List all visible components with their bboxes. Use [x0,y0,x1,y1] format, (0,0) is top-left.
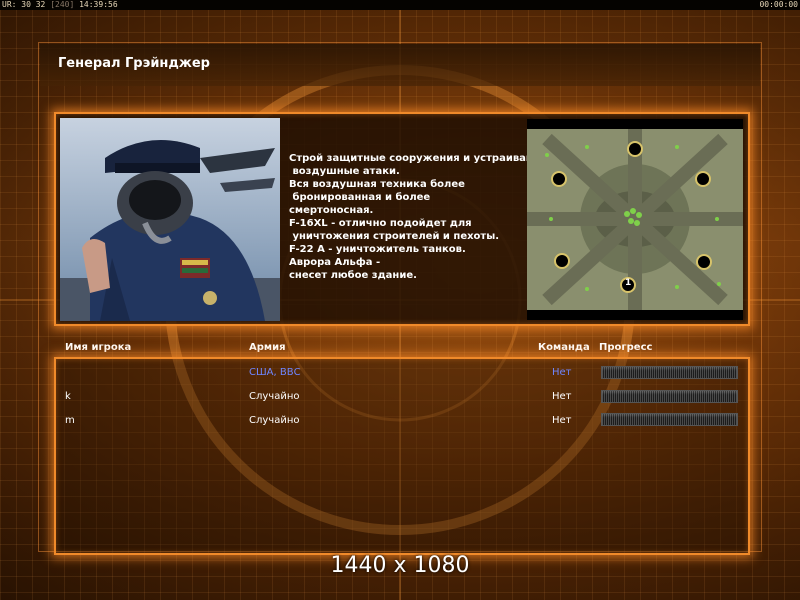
page-title: Генерал Грэйнджер [58,56,210,71]
header-army: Армия [249,342,286,353]
players-panel [54,357,750,555]
team-select[interactable]: Нет [552,415,572,426]
map-preview[interactable]: 1 [527,119,743,320]
player-name: k [65,391,71,402]
general-description: Строй защитные сооружения и устраивай во… [289,153,533,281]
status-clock: 14:39:56 [79,0,118,9]
general-portrait [60,118,280,321]
status-timer: 00:00:00 [759,0,798,9]
start-position-marker[interactable]: 1 [625,278,631,288]
header-player: Имя игрока [65,342,132,353]
resolution-label: 1440 x 1080 [330,553,470,578]
header-progress: Прогресс [599,342,653,353]
army-select[interactable]: США, ВВС [249,367,301,378]
army-select[interactable]: Случайно [249,391,299,402]
player-name: m [65,415,75,426]
status-fps: UR: 30 32 [2,0,46,9]
status-counter: [240] [50,0,75,9]
progress-bar [601,366,738,379]
team-select[interactable]: Нет [552,367,572,378]
status-bar: UR: 30 32 [240] 14:39:56 00:00:00 [0,0,800,10]
team-select[interactable]: Нет [552,391,572,402]
header-team: Команда [538,342,590,353]
army-select[interactable]: Случайно [249,415,299,426]
progress-bar [601,390,738,403]
progress-bar [601,413,738,426]
